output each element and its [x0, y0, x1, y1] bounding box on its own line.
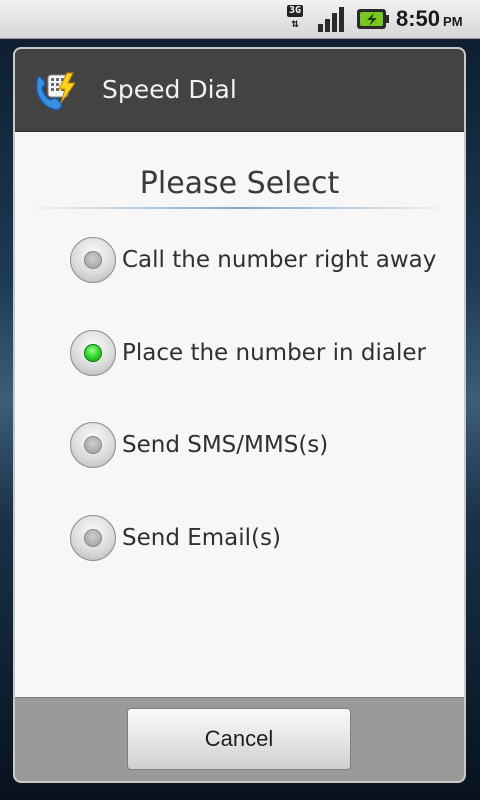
radio-button[interactable] — [70, 422, 116, 468]
radio-button[interactable] — [70, 515, 116, 561]
signal-strength-icon — [318, 7, 344, 32]
dialog-title: Speed Dial — [102, 75, 237, 104]
3g-data-icon: 3G ⇅ — [286, 5, 304, 30]
option-place-in-dialer[interactable]: Place the number in dialer — [70, 328, 426, 378]
dialog-header: Speed Dial — [15, 49, 464, 132]
option-send-sms-mms[interactable]: Send SMS/MMS(s) — [70, 420, 328, 470]
please-select-heading: Please Select — [139, 166, 340, 201]
option-label: Place the number in dialer — [122, 340, 426, 366]
option-send-email[interactable]: Send Email(s) — [70, 513, 281, 563]
dialog-footer: Cancel — [15, 697, 464, 781]
radio-button[interactable] — [70, 237, 116, 283]
speed-dial-app-icon — [35, 72, 76, 111]
radio-button-selected[interactable] — [70, 330, 116, 376]
cancel-button[interactable]: Cancel — [127, 708, 351, 770]
option-call-right-away[interactable]: Call the number right away — [70, 235, 436, 285]
speed-dial-dialog: Speed Dial Please Select Call the number… — [15, 49, 464, 781]
option-label: Send SMS/MMS(s) — [122, 432, 329, 458]
status-bar: 3G ⇅ 8:50 PM — [0, 0, 480, 39]
clock: 8:50 PM — [396, 6, 463, 31]
option-label: Call the number right away — [122, 247, 437, 273]
battery-charging-icon — [357, 9, 389, 29]
heading-divider — [25, 207, 454, 209]
option-label: Send Email(s) — [122, 525, 281, 551]
